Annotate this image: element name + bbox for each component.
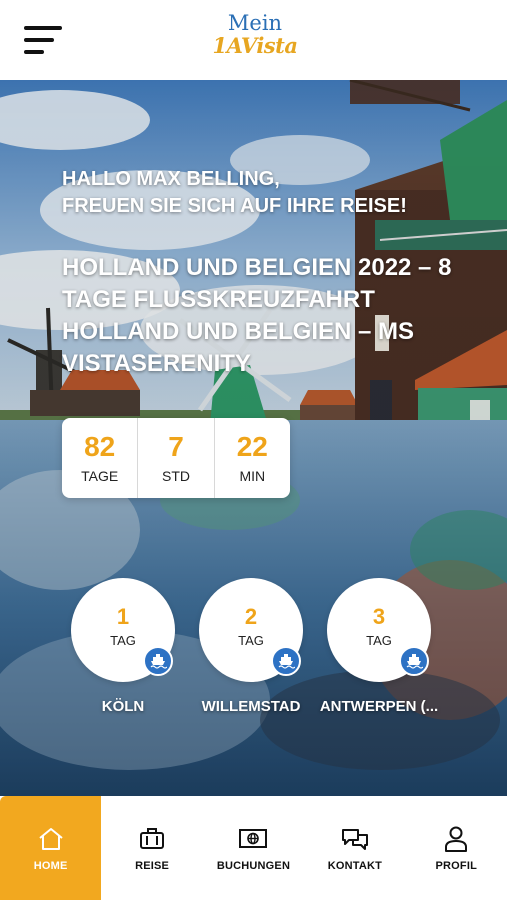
ship-icon [271, 646, 301, 676]
bottom-navigation: HOME REISE BUCHUNGEN KONTAKT PROFIL [0, 796, 507, 900]
app-logo: Mein 1AVista [200, 12, 310, 58]
nav-item-profil[interactable]: PROFIL [406, 796, 507, 900]
suitcase-icon [137, 824, 167, 854]
countdown-days: 82 TAGE [62, 418, 137, 498]
day-label: TAG [110, 633, 136, 648]
day-number: 3 [372, 604, 386, 629]
day-city-2[interactable]: WILLEMSTAD [191, 698, 311, 716]
day-city-1[interactable]: KÖLN [71, 698, 175, 716]
app-header: Mein 1AVista [0, 0, 507, 80]
day-label: TAG [238, 633, 264, 648]
countdown-minutes: 22 MIN [213, 418, 290, 498]
countdown-box: 82 TAGE 7 STD 22 MIN [62, 418, 290, 498]
ship-icon [143, 646, 173, 676]
nav-item-home[interactable]: HOME [0, 796, 102, 900]
nav-item-buchungen[interactable]: BUCHUNGEN [203, 796, 304, 900]
logo-text-bottom: 1AVista [212, 33, 298, 58]
hero-section: HALLO MAX BELLING, FREUEN SIE SICH AUF I… [0, 80, 507, 796]
countdown-minutes-value: 22 [236, 431, 268, 462]
trip-title: HOLLAND UND BELGIEN 2022 – 8 TAGE FLUSSK… [62, 254, 452, 377]
day-item-2[interactable]: 2 TAG [199, 578, 303, 682]
nav-item-kontakt[interactable]: KONTAKT [304, 796, 405, 900]
nav-item-reise[interactable]: REISE [101, 796, 202, 900]
hamburger-menu-icon[interactable] [24, 24, 64, 56]
countdown-days-label: TAGE [81, 468, 119, 484]
countdown-minutes-label: MIN [239, 468, 266, 484]
countdown-hours-value: 7 [168, 431, 184, 462]
nav-label: KONTAKT [327, 860, 383, 872]
nav-label: BUCHUNGEN [216, 860, 291, 872]
day-item-1[interactable]: 1 TAG [71, 578, 175, 682]
day-label: TAG [366, 633, 392, 648]
user-icon [441, 824, 471, 854]
countdown-hours-label: STD [161, 468, 190, 484]
day-item-3[interactable]: 3 TAG [327, 578, 431, 682]
booking-globe-icon [238, 824, 268, 854]
chat-bubbles-icon [340, 824, 370, 854]
greeting-line-2: FREUEN SIE SICH AUF IHRE REISE! [62, 195, 407, 217]
countdown-hours: 7 STD [137, 418, 213, 498]
nav-label: HOME [33, 860, 68, 872]
nav-label: PROFIL [435, 860, 478, 872]
greeting-text: HALLO MAX BELLING, FREUEN SIE SICH AUF I… [62, 166, 462, 220]
day-city-3[interactable]: ANTWERPEN (... [312, 698, 446, 716]
home-icon [36, 824, 66, 854]
logo-text-top: Mein [227, 11, 283, 35]
greeting-line-1: HALLO MAX BELLING, [62, 168, 280, 190]
ship-icon [399, 646, 429, 676]
day-number: 1 [116, 604, 130, 629]
day-number: 2 [244, 604, 258, 629]
nav-label: REISE [135, 860, 170, 872]
countdown-days-value: 82 [84, 431, 116, 462]
